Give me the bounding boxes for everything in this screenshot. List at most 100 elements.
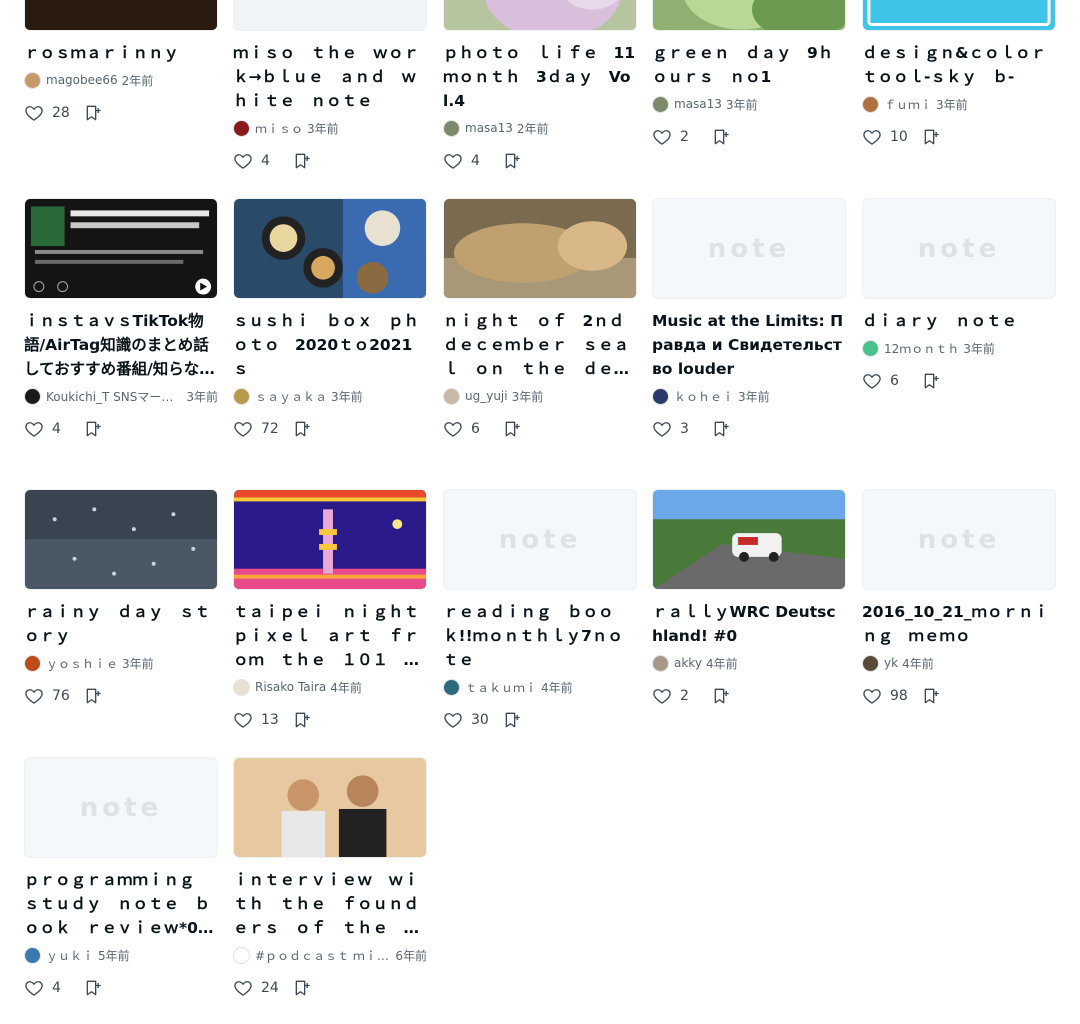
avatar[interactable]: [24, 946, 41, 964]
article-thumbnail[interactable]: [233, 0, 427, 31]
avatar[interactable]: [24, 71, 41, 89]
article-title[interactable]: ｒａｌｌｙWRC Deutschland! #0: [652, 600, 846, 648]
author-name[interactable]: Koukichi_T SNSマーケター…: [46, 388, 182, 405]
article-card[interactable]: ｍｉｓｏ ｔｈｅ ｗｏｒｋ→ｂｌｕｅ ａｎｄ ｗｈｉｔｅ ｎｏｔｅ ｍｉｓｏ 3年前…: [233, 0, 427, 171]
article-thumbnail[interactable]: [652, 489, 846, 590]
article-card[interactable]: ｉｎｓｔａｖｓTikTok物語/AirTag知識のまとめ話しておすすめ番組/知ら…: [24, 198, 218, 439]
placeholder-thumbnail[interactable]: note: [862, 198, 1056, 299]
author-name[interactable]: masa13: [674, 97, 722, 111]
author-name[interactable]: akky: [674, 656, 702, 670]
heart-icon[interactable]: [862, 686, 882, 706]
author-name[interactable]: ｙｕｋｉ: [46, 947, 94, 964]
avatar[interactable]: [443, 678, 460, 696]
article-card[interactable]: note Music at the Limits: Правда и Свидет…: [652, 198, 846, 439]
save-to-magazine-icon[interactable]: [922, 371, 942, 391]
save-to-magazine-icon[interactable]: [503, 419, 523, 439]
save-to-magazine-icon[interactable]: [503, 151, 523, 171]
article-title[interactable]: ｉｎｓｔａｖｓTikTok物語/AirTag知識のまとめ話しておすすめ番組/知ら…: [24, 309, 218, 381]
save-to-magazine-icon[interactable]: [922, 686, 942, 706]
placeholder-thumbnail[interactable]: note: [862, 489, 1056, 590]
heart-icon[interactable]: [233, 978, 253, 998]
avatar[interactable]: [652, 654, 669, 672]
save-to-magazine-icon[interactable]: [84, 978, 104, 998]
author-name[interactable]: yk: [884, 656, 898, 670]
avatar[interactable]: [862, 339, 879, 357]
author-name[interactable]: Risako Taira: [255, 680, 326, 694]
article-title[interactable]: ｉｎｔｅｒｖｉｅｗ ｗｉｔｈ ｔｈｅ ｆｏｕｎｄｅｒｓ ｏｆ ｔｈｅ ｓｔａｒｔ…: [233, 868, 427, 940]
article-title[interactable]: ｐｈｏｔｏ ｌｉｆｅ 11ｍｏｎｔｈ 3ｄａｙ Vol.4: [443, 41, 637, 113]
article-title[interactable]: ｒａｉｎｙ ｄａｙ ｓｔｏｒｙ: [24, 600, 218, 648]
avatar[interactable]: [24, 654, 41, 672]
avatar[interactable]: [862, 654, 879, 672]
avatar[interactable]: [24, 387, 41, 405]
article-thumbnail[interactable]: [443, 198, 637, 299]
save-to-magazine-icon[interactable]: [293, 151, 313, 171]
heart-icon[interactable]: [652, 686, 672, 706]
article-title[interactable]: 2016_10_21_ｍｏｒｎｉｎｇ ｍｅｍｏ: [862, 600, 1056, 648]
save-to-magazine-icon[interactable]: [503, 710, 523, 730]
article-card[interactable]: ｒａｉｎｙ ｄａｙ ｓｔｏｒｙ ｙｏｓｈｉｅ 3年前 76: [24, 489, 218, 706]
article-title[interactable]: Music at the Limits: Правда и Свидетельс…: [652, 309, 846, 381]
author-name[interactable]: magobee66: [46, 73, 118, 87]
avatar[interactable]: [233, 387, 250, 405]
author-name[interactable]: ｆｕｍｉ: [884, 96, 932, 113]
article-title[interactable]: ｄｅｓｉｇｎ&ｃｏｌｏｒ ｔｏｏｌ-ｓｋｙ ｂ-: [862, 41, 1056, 89]
avatar[interactable]: [652, 95, 669, 113]
article-card[interactable]: note 2016_10_21_ｍｏｒｎｉｎｇ ｍｅｍｏ yk 4年前 98: [862, 489, 1056, 706]
article-card[interactable]: ｐｈｏｔｏ ｌｉｆｅ 11ｍｏｎｔｈ 3ｄａｙ Vol.4 masa13 2年前 4: [443, 0, 637, 171]
article-title[interactable]: ｐｒｏｇｒａｍｍｉｎｇ ｓｔｕｄｙ ｎｏｔｅ ｂｏｏｋ ｒｅｖｉｅｗ*02ｓ: [24, 868, 218, 940]
author-name[interactable]: 12ｍｏｎｔｈ: [884, 340, 959, 357]
author-name[interactable]: ｍｉｓｏ: [255, 120, 303, 137]
save-to-magazine-icon[interactable]: [712, 127, 732, 147]
article-card[interactable]: note ｐｒｏｇｒａｍｍｉｎｇ ｓｔｕｄｙ ｎｏｔｅ ｂｏｏｋ ｒｅｖｉｅｗ*0…: [24, 757, 218, 998]
heart-icon[interactable]: [24, 686, 44, 706]
placeholder-thumbnail[interactable]: note: [652, 198, 846, 299]
article-thumbnail[interactable]: [24, 198, 218, 299]
author-name[interactable]: ｔａｋｕｍｉ: [465, 679, 537, 696]
article-card[interactable]: ｒａｌｌｙWRC Deutschland! #0 akky 4年前 2: [652, 489, 846, 706]
avatar[interactable]: [233, 119, 250, 137]
article-thumbnail[interactable]: [233, 198, 427, 299]
article-thumbnail[interactable]: [24, 0, 218, 31]
heart-icon[interactable]: [652, 127, 672, 147]
avatar[interactable]: [233, 678, 250, 696]
article-thumbnail[interactable]: [652, 0, 846, 31]
author-name[interactable]: ｙｏｓｈｉｅ: [46, 655, 118, 672]
article-title[interactable]: ｄｉａｒｙ ｎｏｔｅ: [862, 309, 1056, 333]
article-card[interactable]: ｇｒｅｅｎ ｄａｙ 9ｈｏｕｒｓ ｎｏ1 masa13 3年前 2: [652, 0, 846, 147]
author-name[interactable]: ug_yuji: [465, 389, 508, 403]
article-card[interactable]: ｔａｉｐｅｉ ｎｉｇｈｔ ｐｉｘｅｌ ａｒｔ ｆｒｏｍ ｔｈｅ １０１ ｔｏｗｅ…: [233, 489, 427, 730]
heart-icon[interactable]: [24, 978, 44, 998]
article-title[interactable]: ｍｉｓｏ ｔｈｅ ｗｏｒｋ→ｂｌｕｅ ａｎｄ ｗｈｉｔｅ ｎｏｔｅ: [233, 41, 427, 113]
save-to-magazine-icon[interactable]: [712, 686, 732, 706]
save-to-magazine-icon[interactable]: [84, 103, 104, 123]
author-name[interactable]: masa13: [465, 121, 513, 135]
heart-icon[interactable]: [443, 419, 463, 439]
heart-icon[interactable]: [24, 103, 44, 123]
save-to-magazine-icon[interactable]: [84, 419, 104, 439]
heart-icon[interactable]: [652, 419, 672, 439]
article-title[interactable]: ｒｅａｄｉｎｇ ｂｏｏｋ!!ｍｏｎｔｈｌｙ7ｎｏｔｅ: [443, 600, 637, 672]
article-card[interactable]: note ｄｉａｒｙ ｎｏｔｅ 12ｍｏｎｔｈ 3年前 6: [862, 198, 1056, 391]
avatar[interactable]: [443, 387, 460, 405]
author-name[interactable]: #ｐｏｄｃａｓｔ ｍｉｋｉ: [255, 947, 391, 964]
article-card[interactable]: note ｒｅａｄｉｎｇ ｂｏｏｋ!!ｍｏｎｔｈｌｙ7ｎｏｔｅ ｔａｋｕｍｉ 4年前 3…: [443, 489, 637, 730]
save-to-magazine-icon[interactable]: [712, 419, 732, 439]
heart-icon[interactable]: [24, 419, 44, 439]
placeholder-thumbnail[interactable]: note: [24, 757, 218, 858]
author-name[interactable]: ｓａｙａｋａ: [255, 388, 327, 405]
article-title[interactable]: ｒｏｓｍａｒｉｎｎｙ: [24, 41, 218, 65]
article-card[interactable]: ｒｏｓｍａｒｉｎｎｙ magobee66 2年前 28: [24, 0, 218, 123]
article-title[interactable]: ｎｉｇｈｔ ｏｆ 2ｎｄ ｄｅｃｅｍｂｅｒ ｓｅａｌ ｏｎ ｔｈｅ ｄｅｃｋ ｓ…: [443, 309, 637, 381]
author-name[interactable]: ｋｏｈｅｉ: [674, 388, 734, 405]
article-thumbnail[interactable]: [862, 0, 1056, 31]
article-card[interactable]: ｓｕｓｈｉ ｂｏｘ ｐｈｏｔｏ 2020ｔｏ2021ｓ ｓａｙａｋａ 3年前 72: [233, 198, 427, 439]
save-to-magazine-icon[interactable]: [293, 710, 313, 730]
heart-icon[interactable]: [443, 710, 463, 730]
article-card[interactable]: ｉｎｔｅｒｖｉｅｗ ｗｉｔｈ ｔｈｅ ｆｏｕｎｄｅｒｓ ｏｆ ｔｈｅ ｓｔａｒｔ…: [233, 757, 427, 998]
heart-icon[interactable]: [233, 710, 253, 730]
avatar[interactable]: [233, 946, 250, 964]
article-title[interactable]: ｇｒｅｅｎ ｄａｙ 9ｈｏｕｒｓ ｎｏ1: [652, 41, 846, 89]
article-card[interactable]: ｄｅｓｉｇｎ&ｃｏｌｏｒ ｔｏｏｌ-ｓｋｙ ｂ-ｆｕｍｉ 3年前 10: [862, 0, 1056, 147]
heart-icon[interactable]: [233, 419, 253, 439]
